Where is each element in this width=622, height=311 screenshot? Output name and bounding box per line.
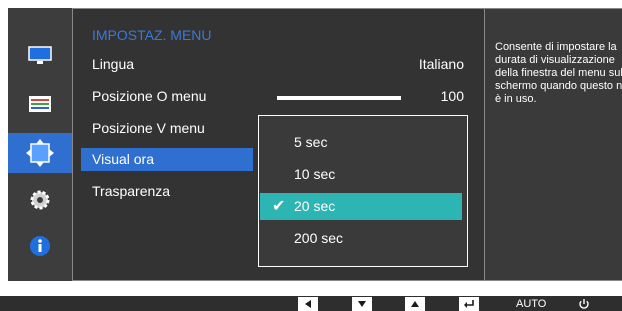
enter-icon (459, 296, 479, 311)
auto-label: AUTO (516, 297, 547, 310)
sidebar (8, 8, 72, 281)
monitor-icon (28, 46, 52, 64)
sidebar-item-picture[interactable] (8, 36, 72, 76)
help-panel: Consente di impostare la durata di visua… (485, 8, 622, 281)
sidebar-item-position[interactable] (8, 133, 72, 173)
lingua-value: Italiano (418, 56, 464, 72)
visual-ora-dropdown: 5 sec 10 sec ✔ 20 sec 200 sec (258, 115, 468, 267)
move-arrows-icon (26, 139, 54, 167)
posizione-o-value: 100 (440, 88, 464, 104)
menu-item-label: Posizione O menu (92, 88, 207, 104)
up-arrow-icon (405, 296, 425, 311)
menu-item-label: Visual ora (92, 151, 155, 167)
down-arrow-icon (352, 296, 372, 311)
menu-title: IMPOSTAZ. MENU (92, 27, 212, 43)
gear-icon (30, 190, 50, 210)
sidebar-item-info[interactable] (8, 226, 72, 266)
down-button[interactable] (352, 296, 372, 311)
dropdown-option[interactable]: 5 sec (260, 129, 462, 156)
menu-item-label: Lingua (92, 56, 135, 72)
power-button[interactable] (578, 296, 590, 311)
left-button[interactable] (298, 296, 318, 311)
checkmark-icon: ✔ (272, 198, 286, 215)
posizione-o-slider[interactable] (277, 96, 401, 100)
dropdown-option-selected[interactable]: ✔ 20 sec (260, 193, 462, 220)
auto-button[interactable]: AUTO (516, 296, 546, 311)
dropdown-option[interactable]: 200 sec (260, 225, 462, 252)
menu-item-label: Trasparenza (92, 183, 171, 199)
left-arrow-icon (298, 296, 318, 311)
help-text: Consente di impostare la durata di visua… (495, 41, 622, 105)
info-icon (30, 236, 50, 256)
menu-item-trasparenza[interactable]: Trasparenza (92, 183, 170, 199)
control-bar: AUTO (0, 296, 622, 311)
sidebar-item-color[interactable] (8, 84, 72, 124)
dropdown-option[interactable]: 10 sec (260, 161, 462, 188)
menu-item-label: Posizione V menu (92, 120, 205, 136)
menu-item-posizione-v[interactable]: Posizione V menu (92, 120, 205, 136)
menu-item-visual-ora[interactable]: Visual ora (81, 148, 253, 171)
up-button[interactable] (405, 296, 425, 311)
menu-item-lingua[interactable]: Lingua (92, 56, 134, 72)
power-icon (579, 298, 589, 309)
enter-button[interactable] (459, 296, 479, 311)
sidebar-item-setup[interactable] (8, 180, 72, 220)
color-bars-icon (29, 96, 51, 112)
menu-item-posizione-o[interactable]: Posizione O menu (92, 88, 206, 104)
